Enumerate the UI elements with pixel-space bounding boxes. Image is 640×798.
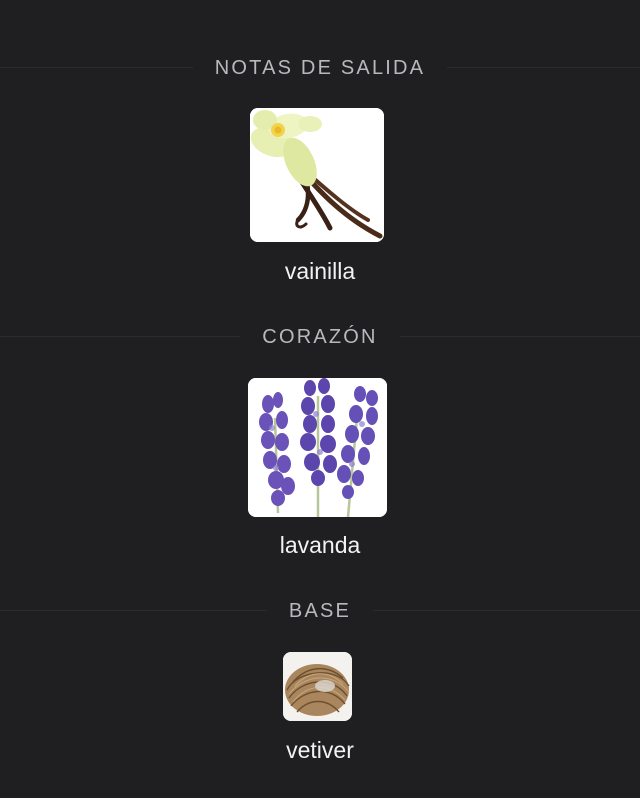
lavender-illustration bbox=[248, 378, 387, 517]
section-title-top-notes-text: NOTAS DE SALIDA bbox=[192, 57, 448, 79]
vetiver-image[interactable] bbox=[283, 652, 352, 721]
section-title-heart-notes: CORAZÓN bbox=[0, 326, 640, 349]
note-name-vanilla: vainilla bbox=[284, 258, 356, 284]
lavender-image[interactable] bbox=[248, 378, 387, 517]
section-title-base-notes-text: BASE bbox=[266, 600, 374, 622]
vanilla-image[interactable] bbox=[250, 108, 384, 242]
vanilla-illustration bbox=[250, 108, 384, 242]
section-title-heart-notes-text: CORAZÓN bbox=[240, 326, 400, 348]
section-title-base-notes: BASE bbox=[0, 600, 640, 623]
vetiver-illustration bbox=[283, 652, 352, 721]
fragrance-notes-screen: NOTAS DE SALIDA vainilla CORAZÓN lavanda… bbox=[0, 0, 640, 798]
section-title-top-notes: NOTAS DE SALIDA bbox=[0, 57, 640, 80]
note-name-vetiver: vetiver bbox=[286, 737, 354, 763]
note-name-lavender: lavanda bbox=[279, 532, 361, 558]
